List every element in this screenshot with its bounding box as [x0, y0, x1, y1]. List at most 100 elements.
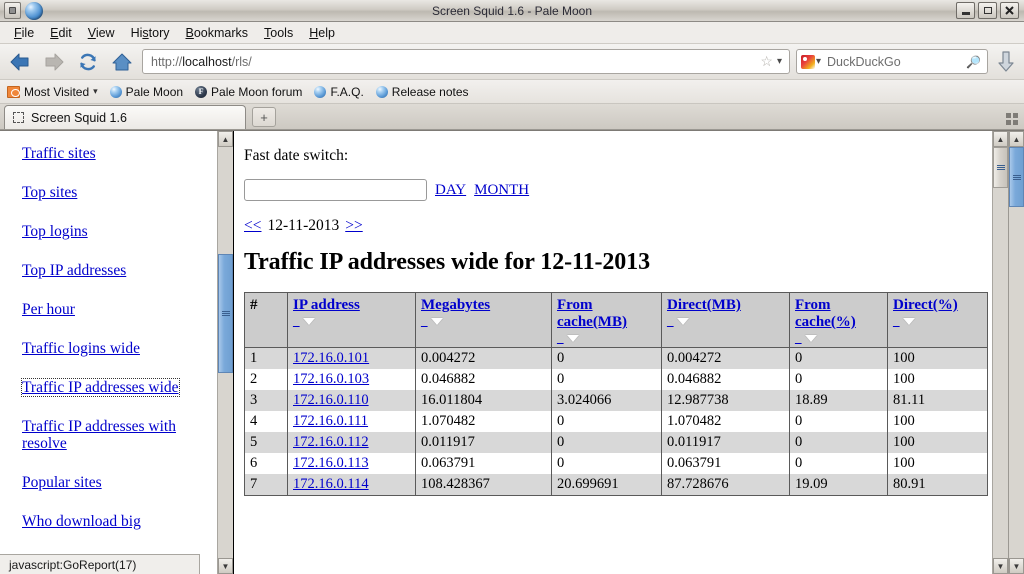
- col-direct-mb-link[interactable]: Direct(MB): [667, 297, 741, 313]
- scroll-up-button[interactable]: ▲: [1009, 131, 1024, 147]
- cell-from-cache-pct: 0: [790, 348, 888, 370]
- sort-descending-triangle-icon[interactable]: [431, 318, 443, 325]
- ip-link[interactable]: 172.16.0.113: [293, 455, 369, 471]
- bookmark-faq[interactable]: F.A.Q.: [314, 85, 363, 99]
- new-tab-button[interactable]: +: [252, 107, 276, 127]
- sidebar-item-top-ip-addresses[interactable]: Top IP addresses: [22, 262, 202, 279]
- maximize-button[interactable]: [978, 2, 997, 19]
- sidebar-item-who-download-big[interactable]: Who download big: [22, 513, 202, 530]
- tab-screen-squid[interactable]: Screen Squid 1.6: [4, 105, 246, 129]
- scroll-down-button[interactable]: ▼: [1009, 558, 1024, 574]
- cell-index: 6: [245, 453, 288, 474]
- ip-link[interactable]: 172.16.0.111: [293, 413, 368, 429]
- back-button[interactable]: [6, 48, 34, 76]
- day-link[interactable]: DAY: [435, 182, 466, 199]
- menu-edit[interactable]: Edit: [42, 24, 80, 42]
- menu-history[interactable]: History: [123, 24, 178, 42]
- cell-from-cache-pct: 19.09: [790, 474, 888, 496]
- content-scrollbar[interactable]: ▲ ▼: [992, 131, 1008, 574]
- sort-ascending-link[interactable]: _: [421, 313, 428, 328]
- chevron-down-icon[interactable]: ▾: [93, 86, 98, 97]
- sidebar-item-per-hour[interactable]: Per hour: [22, 301, 202, 318]
- table-row: 1 172.16.0.101 0.004272 0 0.004272 0 100: [245, 348, 988, 370]
- col-from-cache-pct-link[interactable]: From cache(%): [795, 297, 856, 330]
- scroll-down-button[interactable]: ▼: [218, 558, 233, 574]
- bookmark-release-notes[interactable]: Release notes: [376, 85, 469, 99]
- duckduckgo-icon[interactable]: [801, 55, 815, 69]
- scroll-up-button[interactable]: ▲: [993, 131, 1008, 147]
- page-viewport: Traffic sites Top sites Top logins Top I…: [0, 130, 1024, 574]
- menu-help[interactable]: Help: [301, 24, 343, 42]
- search-bar[interactable]: ▾ DuckDuckGo 🔎: [796, 49, 988, 74]
- sidebar-item-popular-sites[interactable]: Popular sites: [22, 474, 202, 491]
- scroll-down-button[interactable]: ▼: [993, 558, 1008, 574]
- ip-link[interactable]: 172.16.0.114: [293, 476, 369, 492]
- grid-icon[interactable]: [1006, 113, 1018, 125]
- scrollbar-track[interactable]: [993, 147, 1008, 558]
- url-bar[interactable]: http://localhost/rls/ ☆ ▾: [142, 49, 790, 74]
- navigation-toolbar: http://localhost/rls/ ☆ ▾ ▾ DuckDuckGo 🔎: [0, 44, 1024, 80]
- menu-bookmarks[interactable]: Bookmarks: [178, 24, 257, 42]
- ip-link[interactable]: 172.16.0.101: [293, 350, 369, 366]
- col-direct-pct-link[interactable]: Direct(%): [893, 297, 958, 313]
- scrollbar-track[interactable]: [1009, 147, 1024, 558]
- sidebar-item-traffic-logins-wide[interactable]: Traffic logins wide: [22, 340, 202, 357]
- close-button[interactable]: [1000, 2, 1019, 19]
- sort-ascending-link[interactable]: _: [667, 313, 674, 328]
- menu-view[interactable]: View: [80, 24, 123, 42]
- sidebar-item-traffic-sites[interactable]: Traffic sites: [22, 145, 202, 162]
- cell-index: 2: [245, 369, 288, 390]
- sort-descending-triangle-icon[interactable]: [677, 318, 689, 325]
- sidebar-item-top-logins[interactable]: Top logins: [22, 223, 202, 240]
- cell-megabytes: 0.063791: [416, 453, 552, 474]
- sidebar-item-top-sites[interactable]: Top sites: [22, 184, 202, 201]
- bookmark-most-visited[interactable]: Most Visited ▾: [7, 85, 98, 99]
- sidebar-scrollbar[interactable]: ▲ ▼: [217, 131, 233, 574]
- sidebar-item-traffic-ip-addresses-with-resolve[interactable]: Traffic IP addresses with resolve: [22, 418, 202, 452]
- sidebar-item-traffic-ip-addresses-wide[interactable]: Traffic IP addresses wide: [22, 379, 179, 396]
- ip-link[interactable]: 172.16.0.112: [293, 434, 369, 450]
- scrollbar-thumb[interactable]: [993, 147, 1008, 188]
- home-button[interactable]: [108, 48, 136, 76]
- col-ip-address-link[interactable]: IP address: [293, 297, 360, 313]
- menu-tools[interactable]: Tools: [256, 24, 301, 42]
- sort-ascending-link[interactable]: _: [893, 313, 900, 328]
- report-frame: Fast date switch: DAY MONTH <<12-11-2013…: [234, 131, 1008, 574]
- cell-index: 5: [245, 432, 288, 453]
- sort-ascending-link[interactable]: _: [557, 330, 564, 345]
- ip-link[interactable]: 172.16.0.103: [293, 371, 369, 387]
- reload-button[interactable]: [74, 48, 102, 76]
- sort-descending-triangle-icon[interactable]: [567, 335, 579, 342]
- bookmark-pale-moon[interactable]: Pale Moon: [110, 85, 183, 99]
- url-text[interactable]: http://localhost/rls/: [151, 55, 757, 69]
- next-date-link[interactable]: >>: [345, 217, 362, 234]
- ip-link[interactable]: 172.16.0.110: [293, 392, 369, 408]
- scrollbar-track[interactable]: [218, 147, 233, 558]
- search-input[interactable]: DuckDuckGo: [824, 55, 966, 69]
- prev-date-link[interactable]: <<: [244, 217, 261, 234]
- search-engine-chevron-down-icon[interactable]: ▾: [815, 56, 824, 67]
- star-icon[interactable]: ☆: [757, 53, 776, 70]
- col-megabytes-link[interactable]: Megabytes: [421, 297, 490, 313]
- menu-file[interactable]: File: [6, 24, 42, 42]
- minimize-button[interactable]: [956, 2, 975, 19]
- date-input[interactable]: [244, 179, 427, 201]
- sort-descending-triangle-icon[interactable]: [303, 318, 315, 325]
- window-menu-icon[interactable]: [4, 2, 21, 19]
- chevron-down-icon[interactable]: ▾: [776, 56, 785, 67]
- col-from-cache-mb-link[interactable]: From cache(MB): [557, 297, 627, 330]
- downloads-button[interactable]: [994, 51, 1018, 73]
- scroll-up-button[interactable]: ▲: [218, 131, 233, 147]
- scrollbar-thumb[interactable]: [218, 254, 233, 373]
- sort-ascending-link[interactable]: _: [795, 330, 802, 345]
- browser-scrollbar[interactable]: ▲ ▼: [1008, 131, 1024, 574]
- cell-direct-mb: 0.004272: [662, 348, 790, 370]
- binoculars-icon[interactable]: 🔎: [966, 55, 983, 69]
- cell-from-cache-mb: 3.024066: [552, 390, 662, 411]
- scrollbar-thumb[interactable]: [1009, 147, 1024, 207]
- sort-descending-triangle-icon[interactable]: [903, 318, 915, 325]
- sort-descending-triangle-icon[interactable]: [805, 335, 817, 342]
- month-link[interactable]: MONTH: [474, 182, 529, 199]
- bookmark-pale-moon-forum[interactable]: Pale Moon forum: [195, 85, 302, 99]
- sort-ascending-link[interactable]: _: [293, 313, 300, 328]
